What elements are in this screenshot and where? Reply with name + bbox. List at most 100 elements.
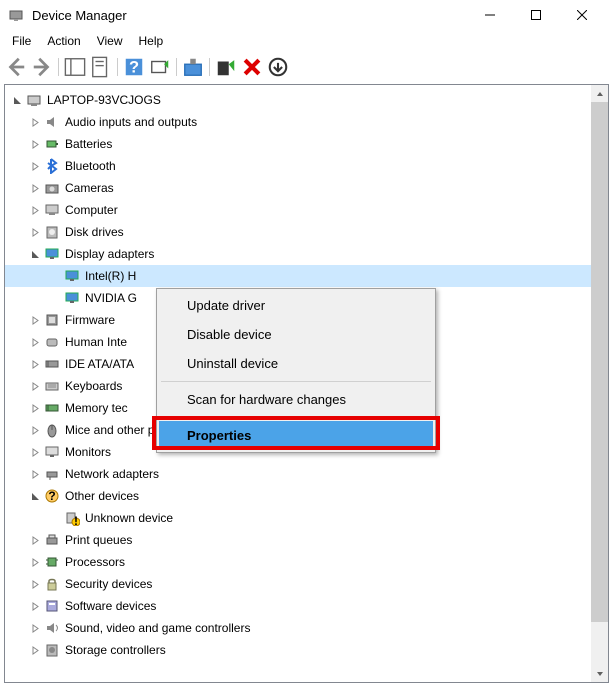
tree-category[interactable]: Batteries: [5, 133, 608, 155]
down-button[interactable]: [266, 55, 290, 79]
tree-category[interactable]: Computer: [5, 199, 608, 221]
titlebar: Device Manager: [0, 0, 613, 30]
context-menu-item[interactable]: Uninstall device: [159, 349, 433, 378]
expander-icon[interactable]: [27, 620, 43, 636]
node-label: Monitors: [65, 445, 111, 459]
display-icon: [63, 289, 81, 307]
update-driver-button[interactable]: [181, 55, 205, 79]
tree-device[interactable]: !Unknown device: [5, 507, 608, 529]
scan-button[interactable]: [148, 55, 172, 79]
expander-icon[interactable]: [27, 378, 43, 394]
expander-icon[interactable]: [9, 92, 25, 108]
expander-icon[interactable]: [27, 400, 43, 416]
camera-icon: [43, 179, 61, 197]
vertical-scrollbar[interactable]: [591, 85, 608, 682]
show-hide-tree-button[interactable]: [63, 55, 87, 79]
tree-category[interactable]: Audio inputs and outputs: [5, 111, 608, 133]
memory-icon: [43, 399, 61, 417]
monitor-icon: [43, 443, 61, 461]
node-label: NVIDIA G: [85, 291, 137, 305]
tree-category[interactable]: Processors: [5, 551, 608, 573]
forward-button[interactable]: [30, 55, 54, 79]
context-menu-item[interactable]: Update driver: [159, 291, 433, 320]
node-label: Security devices: [65, 577, 152, 591]
hid-icon: [43, 333, 61, 351]
node-label: Audio inputs and outputs: [65, 115, 197, 129]
expander-icon[interactable]: [27, 466, 43, 482]
tree-device[interactable]: Intel(R) H: [5, 265, 608, 287]
app-icon: [8, 7, 24, 23]
ide-icon: [43, 355, 61, 373]
tree-category[interactable]: Print queues: [5, 529, 608, 551]
expander-icon[interactable]: [27, 576, 43, 592]
expander-icon[interactable]: [27, 554, 43, 570]
close-button[interactable]: [559, 0, 605, 30]
expander-icon[interactable]: [27, 114, 43, 130]
display-icon: [63, 267, 81, 285]
expander-icon[interactable]: [27, 202, 43, 218]
menu-view[interactable]: View: [89, 32, 131, 50]
tree-root[interactable]: LAPTOP-93VCJOGS: [5, 89, 608, 111]
context-menu-item[interactable]: Scan for hardware changes: [159, 385, 433, 414]
tree-category[interactable]: Bluetooth: [5, 155, 608, 177]
maximize-button[interactable]: [513, 0, 559, 30]
node-label: Batteries: [65, 137, 112, 151]
context-menu-item[interactable]: Properties: [159, 421, 433, 450]
display-icon: [43, 245, 61, 263]
keyboard-icon: [43, 377, 61, 395]
tree-category[interactable]: ?Other devices: [5, 485, 608, 507]
minimize-button[interactable]: [467, 0, 513, 30]
firmware-icon: [43, 311, 61, 329]
node-label: Unknown device: [85, 511, 173, 525]
printer-icon: [43, 531, 61, 549]
other-icon: ?: [43, 487, 61, 505]
node-label: Intel(R) H: [85, 269, 136, 283]
expander-icon[interactable]: [27, 642, 43, 658]
enable-button[interactable]: [214, 55, 238, 79]
expander-icon[interactable]: [27, 136, 43, 152]
disk-icon: [43, 223, 61, 241]
context-menu-separator: [161, 381, 431, 382]
tree-category[interactable]: Software devices: [5, 595, 608, 617]
expander-icon[interactable]: [27, 180, 43, 196]
scroll-up-button[interactable]: [591, 85, 608, 102]
expander-icon[interactable]: [27, 422, 43, 438]
expander-icon[interactable]: [27, 598, 43, 614]
tree-category[interactable]: Network adapters: [5, 463, 608, 485]
expander-icon[interactable]: [27, 444, 43, 460]
back-button[interactable]: [4, 55, 28, 79]
node-label: Memory tec: [65, 401, 128, 415]
expander-icon[interactable]: [27, 246, 43, 262]
toolbar-separator: [115, 56, 120, 78]
scroll-thumb[interactable]: [591, 102, 608, 622]
tree-category[interactable]: Display adapters: [5, 243, 608, 265]
menu-action[interactable]: Action: [39, 32, 88, 50]
expander-icon[interactable]: [27, 488, 43, 504]
toolbar-separator: [207, 56, 212, 78]
uninstall-button[interactable]: [240, 55, 264, 79]
tree-category[interactable]: Cameras: [5, 177, 608, 199]
storage-icon: [43, 641, 61, 659]
tree-category[interactable]: Sound, video and game controllers: [5, 617, 608, 639]
tree-category[interactable]: Security devices: [5, 573, 608, 595]
node-label: Software devices: [65, 599, 156, 613]
expander-icon[interactable]: [27, 158, 43, 174]
context-menu: Update driverDisable deviceUninstall dev…: [156, 288, 436, 453]
software-icon: [43, 597, 61, 615]
properties-button[interactable]: [89, 55, 113, 79]
menu-help[interactable]: Help: [131, 32, 172, 50]
expander-icon[interactable]: [27, 334, 43, 350]
menubar: File Action View Help: [0, 30, 613, 52]
expander-icon[interactable]: [27, 224, 43, 240]
tree-category[interactable]: Disk drives: [5, 221, 608, 243]
expander-icon[interactable]: [27, 312, 43, 328]
node-label: Bluetooth: [65, 159, 116, 173]
tree-category[interactable]: Storage controllers: [5, 639, 608, 661]
expander-icon[interactable]: [27, 532, 43, 548]
help-button[interactable]: ?: [122, 55, 146, 79]
context-menu-item[interactable]: Disable device: [159, 320, 433, 349]
expander-icon[interactable]: [27, 356, 43, 372]
node-label: LAPTOP-93VCJOGS: [47, 93, 161, 107]
menu-file[interactable]: File: [4, 32, 39, 50]
scroll-down-button[interactable]: [591, 665, 608, 682]
